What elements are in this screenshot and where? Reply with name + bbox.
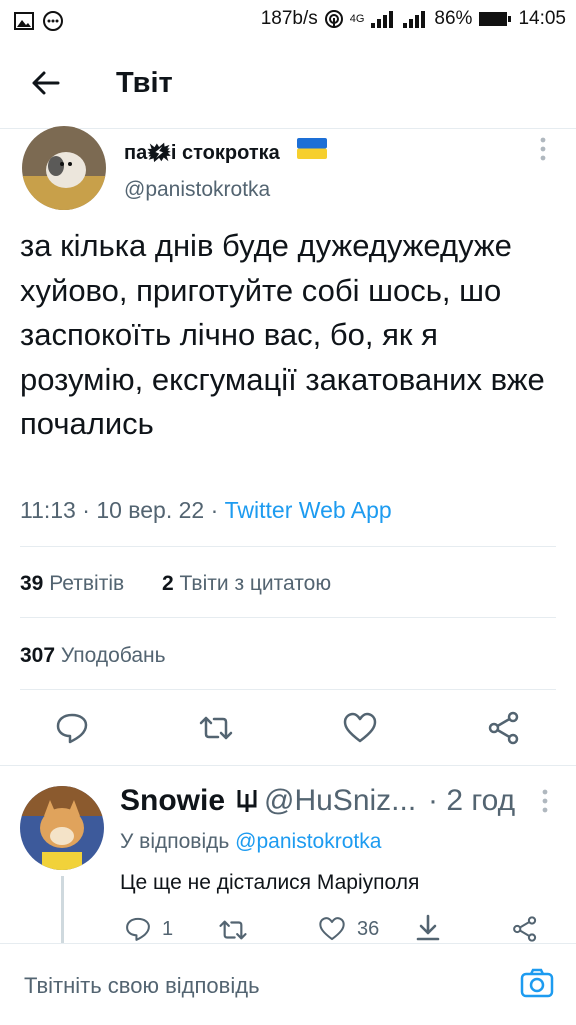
hotspot-icon: [324, 10, 343, 28]
thread-line: [61, 876, 64, 943]
camera-icon[interactable]: [520, 966, 554, 1000]
compose-placeholder[interactable]: Твітніть свою відповідь: [24, 973, 260, 999]
tweet-date: 10 вер. 22: [96, 497, 205, 523]
messenger-icon: [43, 11, 63, 31]
status-right: 187b/s 4G 86% 14:05: [261, 8, 566, 30]
reply-author-avatar[interactable]: [20, 786, 104, 870]
likes-count: 307: [20, 644, 56, 667]
divider: [0, 765, 576, 766]
reply-reply-icon[interactable]: [124, 915, 152, 943]
reply-to-prefix: У відповідь: [120, 830, 230, 853]
back-arrow-icon[interactable]: [28, 66, 62, 100]
quote-label: Твіти з цитатою: [179, 572, 332, 595]
tweet-time: 11:13: [20, 497, 76, 523]
reply-retweet-icon[interactable]: [218, 915, 248, 945]
trident-icon: [237, 790, 257, 812]
reply-author-handle[interactable]: @HuSniz...: [264, 784, 416, 818]
retweet-stats[interactable]: 39 Ретвітів: [20, 572, 124, 596]
author-name[interactable]: па🗱і стокротка: [124, 138, 280, 172]
quote-count: 2: [162, 572, 174, 595]
share-icon[interactable]: [486, 710, 522, 746]
reply-reply-count: 1: [162, 918, 174, 940]
tweet-source-link[interactable]: Twitter Web App: [225, 497, 392, 523]
reply-time-ago: · 2 год: [428, 784, 516, 817]
reply-text: Це ще не дісталися Маріуполя: [120, 871, 420, 894]
reply-to-handle[interactable]: @panistokrotka: [235, 830, 381, 853]
likes-label: Уподобань: [60, 644, 166, 667]
status-left: [14, 10, 64, 32]
status-bar: 187b/s 4G 86% 14:05: [0, 0, 576, 40]
more-options-icon[interactable]: [536, 136, 550, 162]
page-title: Твіт: [116, 67, 173, 99]
author-handle[interactable]: @panistokrotka: [124, 178, 270, 202]
reply-author-name[interactable]: Snowie: [120, 784, 225, 818]
reply-like-icon[interactable]: [318, 915, 346, 943]
tweet-meta: 11:13 · 10 вер. 22 · Twitter Web App: [20, 497, 392, 523]
divider: [20, 689, 556, 690]
quote-stats[interactable]: 2 Твіти з цитатою: [162, 572, 331, 596]
battery-icon: [479, 12, 512, 26]
divider: [20, 617, 556, 618]
reply-to-line: У відповідь @panistokrotka: [120, 830, 381, 854]
network-speed: 187b/s: [260, 8, 318, 29]
like-heart-icon[interactable]: [342, 710, 378, 746]
top-app-bar: Твіт: [0, 40, 576, 129]
network-type: 4G: [349, 13, 365, 25]
author-avatar[interactable]: [22, 126, 106, 210]
battery-percent: 86%: [434, 8, 473, 29]
retweet-icon[interactable]: [198, 710, 234, 746]
clock: 14:05: [518, 8, 566, 29]
signal-icon-2: [403, 11, 426, 28]
retweet-count: 39: [20, 572, 44, 595]
reply-more-share-icon[interactable]: [511, 915, 539, 943]
retweet-label: Ретвітів: [49, 572, 125, 595]
likes-stats[interactable]: 307 Уподобань: [20, 644, 166, 668]
image-icon: [14, 12, 34, 30]
reply-icon[interactable]: [54, 710, 90, 746]
reply-like-count: 36: [357, 918, 380, 940]
compose-reply-bar[interactable]: Твітніть свою відповідь: [0, 943, 576, 1025]
divider: [20, 546, 556, 547]
reply-share-icon[interactable]: [414, 913, 442, 943]
reply-more-options-icon[interactable]: [538, 788, 552, 814]
tweet-text: за кілька днів буде дужедужедуже хуйово,…: [20, 228, 545, 442]
ukraine-flag-icon: [297, 138, 327, 159]
signal-icon: [371, 11, 394, 28]
